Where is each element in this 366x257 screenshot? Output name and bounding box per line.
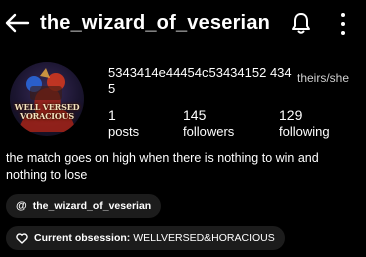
avatar-artwork: [18, 68, 76, 132]
stat-following-count: 129: [279, 107, 303, 123]
threads-link-button[interactable]: @ the_wizard_of_veserian: [6, 194, 162, 218]
threads-at-icon: @: [16, 199, 27, 212]
pronouns: theirs/she: [297, 71, 350, 85]
stat-posts-count: 1: [108, 107, 116, 123]
current-obsession-chip[interactable]: Current obsession: WELLVERSED&HORACIOUS: [6, 226, 285, 250]
bell-icon[interactable]: [290, 11, 312, 35]
display-name: 5343414e44454c53434152 4345: [108, 65, 292, 96]
stat-following-label: following: [279, 124, 330, 139]
heart-icon: [16, 232, 28, 244]
obsession-label: Current obsession:: [34, 232, 131, 244]
stat-followers-label: followers: [183, 124, 235, 139]
top-bar: the_wizard_of_veserian: [0, 0, 366, 48]
bio-text: the match goes on high when there is not…: [6, 151, 319, 182]
stat-posts-label: posts: [108, 124, 140, 139]
stat-followers[interactable]: 145 followers: [183, 107, 234, 140]
back-arrow-icon[interactable]: [4, 12, 30, 34]
avatar[interactable]: WELL VERSED VORACIOUS: [10, 62, 84, 136]
threads-handle: the_wizard_of_veserian: [32, 200, 152, 212]
obsession-value: WELLVERSED&HORACIOUS: [133, 232, 275, 244]
stat-posts[interactable]: 1 posts: [108, 107, 139, 140]
page-title: the_wizard_of_veserian: [40, 12, 271, 34]
stat-following[interactable]: 129 following: [279, 107, 330, 140]
more-vertical-icon[interactable]: [337, 11, 349, 37]
stat-followers-count: 145: [183, 107, 207, 123]
avatar-logo-line2: VORACIOUS: [20, 111, 74, 121]
